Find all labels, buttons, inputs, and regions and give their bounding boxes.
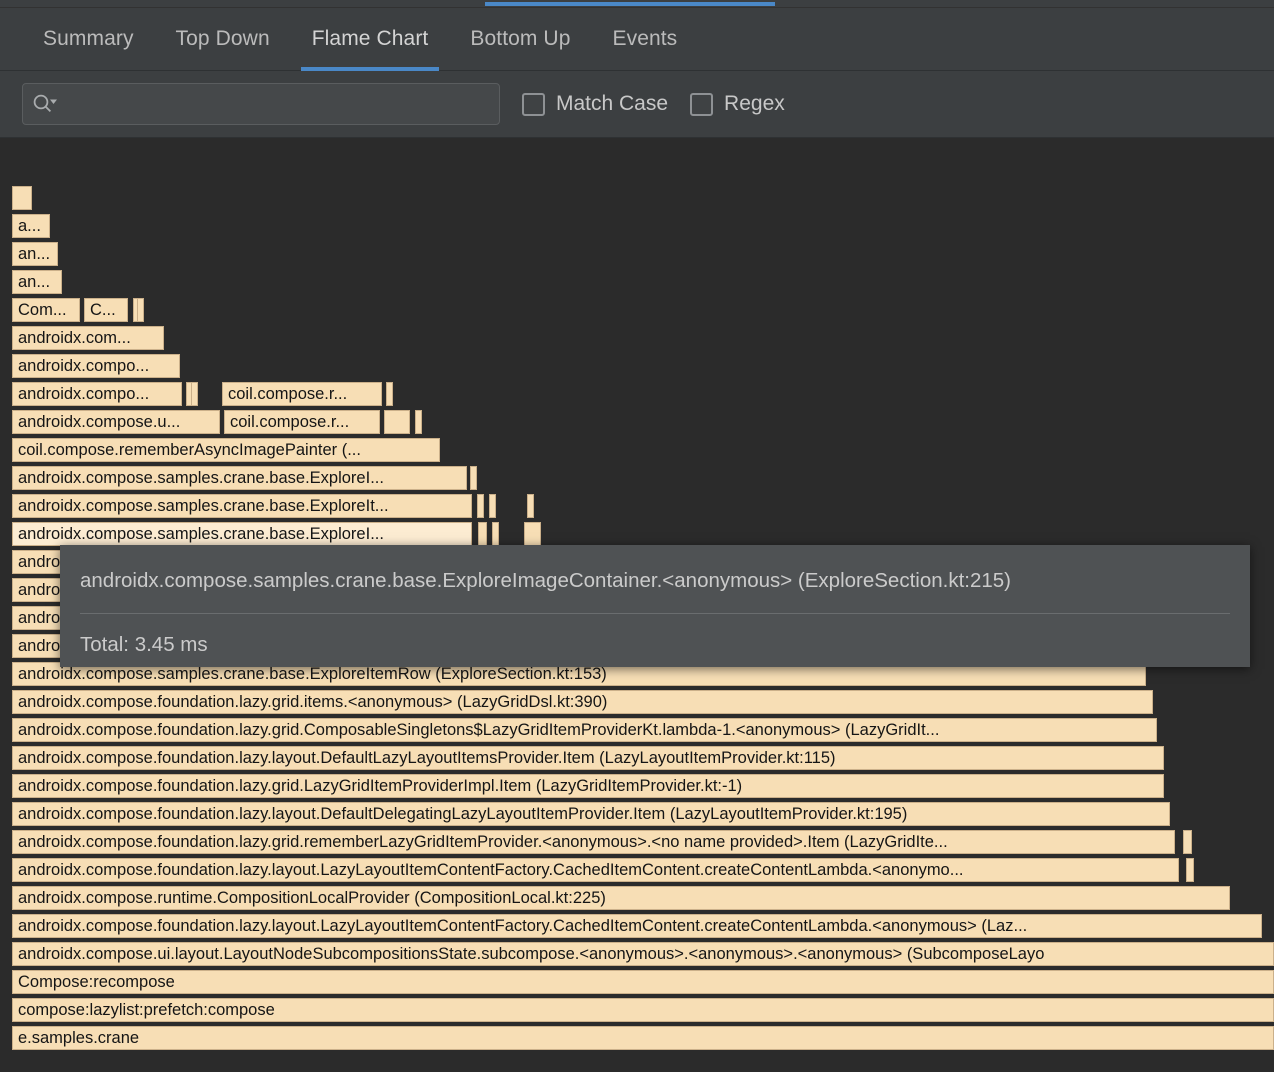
flame-row: coil.compose.rememberAsyncImagePainter (… bbox=[0, 438, 1274, 462]
flame-bar[interactable]: androidx.compose.samples.crane.base.Expl… bbox=[12, 522, 472, 546]
flame-bar[interactable] bbox=[1186, 858, 1194, 882]
tooltip-title: androidx.compose.samples.crane.base.Expl… bbox=[80, 569, 1230, 593]
flame-row: compose:lazylist:prefetch:compose bbox=[0, 998, 1274, 1022]
flame-row bbox=[0, 186, 1274, 210]
tab-bottom-up[interactable]: Bottom Up bbox=[449, 8, 591, 71]
flame-row: androidx.compose.foundation.lazy.layout.… bbox=[0, 858, 1274, 882]
flame-row: androidx.compose.foundation.lazy.layout.… bbox=[0, 746, 1274, 770]
match-case-checkbox-box[interactable] bbox=[522, 93, 545, 116]
search-box[interactable] bbox=[22, 83, 500, 125]
tooltip-divider bbox=[80, 613, 1230, 614]
flame-row: androidx.compose.samples.crane.base.Expl… bbox=[0, 494, 1274, 518]
tab-flame-chart[interactable]: Flame Chart bbox=[291, 8, 450, 71]
match-case-label: Match Case bbox=[556, 92, 668, 116]
flame-bar[interactable]: androidx.com... bbox=[12, 326, 164, 350]
search-icon[interactable] bbox=[31, 93, 61, 115]
flame-bar[interactable] bbox=[477, 494, 484, 518]
frame-tooltip: androidx.compose.samples.crane.base.Expl… bbox=[60, 545, 1250, 667]
regex-checkbox[interactable]: Regex bbox=[690, 92, 785, 116]
flame-bar[interactable]: androidx.compose.samples.crane.base.Expl… bbox=[12, 494, 472, 518]
flame-bar[interactable]: androidx.compo... bbox=[12, 354, 180, 378]
flame-bar[interactable]: androidx.compose.foundation.lazy.layout.… bbox=[12, 802, 1170, 826]
flame-row: androidx.compose.samples.crane.base.Expl… bbox=[0, 466, 1274, 490]
search-input[interactable] bbox=[61, 94, 491, 114]
flame-row: Compose:recompose bbox=[0, 970, 1274, 994]
tab-events[interactable]: Events bbox=[591, 8, 698, 71]
flame-bar[interactable] bbox=[527, 494, 534, 518]
flame-bar[interactable]: e.samples.crane bbox=[12, 1026, 1274, 1050]
flame-bar[interactable]: an... bbox=[12, 270, 62, 294]
flame-row: a... bbox=[0, 214, 1274, 238]
flame-bar[interactable] bbox=[12, 186, 32, 210]
flame-bar[interactable]: Com... bbox=[12, 298, 80, 322]
flame-bar[interactable] bbox=[191, 382, 198, 406]
flame-bar[interactable]: a... bbox=[12, 214, 50, 238]
top-strip-accent-underline bbox=[485, 2, 775, 6]
flame-bar[interactable]: coil.compose.r... bbox=[222, 382, 382, 406]
flame-bar[interactable] bbox=[386, 382, 393, 406]
flame-bar[interactable] bbox=[1183, 830, 1192, 854]
flame-row: androidx.compo... coil.compose.r... bbox=[0, 382, 1274, 406]
flame-bar[interactable]: androidx.compose.foundation.lazy.layout.… bbox=[12, 858, 1179, 882]
regex-label: Regex bbox=[724, 92, 785, 116]
flame-bar[interactable]: Compose:recompose bbox=[12, 970, 1274, 994]
flame-bar[interactable] bbox=[492, 522, 499, 546]
flame-row: androidx.compose.runtime.CompositionLoca… bbox=[0, 886, 1274, 910]
flame-bar[interactable] bbox=[478, 522, 487, 546]
flame-bar[interactable] bbox=[489, 494, 496, 518]
flame-row: androidx.compose.ui.layout.LayoutNodeSub… bbox=[0, 942, 1274, 966]
tab-top-down[interactable]: Top Down bbox=[155, 8, 291, 71]
flame-row: androidx.compose.samples.crane.base.Expl… bbox=[0, 522, 1274, 546]
flame-row: androidx.compose.foundation.lazy.grid.it… bbox=[0, 690, 1274, 714]
flame-bar[interactable]: an... bbox=[12, 242, 58, 266]
flame-bar[interactable]: androidx.compo... bbox=[12, 382, 182, 406]
flame-bar[interactable]: androidx.compose.samples.crane.base.Expl… bbox=[12, 466, 467, 490]
flame-bar[interactable]: coil.compose.r... bbox=[224, 410, 380, 434]
flame-bar[interactable] bbox=[470, 466, 477, 490]
flame-row: androidx.compose.foundation.lazy.grid.re… bbox=[0, 830, 1274, 854]
flame-bar[interactable]: androidx.compose.foundation.lazy.layout.… bbox=[12, 914, 1262, 938]
flame-bar[interactable]: androidx.compose.u... bbox=[12, 410, 220, 434]
flame-bar[interactable]: androidx.compose.ui.layout.LayoutNodeSub… bbox=[12, 942, 1274, 966]
flame-bar[interactable]: coil.compose.rememberAsyncImagePainter (… bbox=[12, 438, 440, 462]
flame-bar[interactable]: androidx.compose.foundation.lazy.layout.… bbox=[12, 746, 1164, 770]
flame-row: androidx.compose.foundation.lazy.grid.Co… bbox=[0, 718, 1274, 742]
filter-bar: Match Case Regex bbox=[0, 71, 1274, 138]
flame-bar[interactable]: compose:lazylist:prefetch:compose bbox=[12, 998, 1274, 1022]
flame-bar[interactable] bbox=[137, 298, 144, 322]
flame-bar[interactable] bbox=[524, 522, 541, 546]
flame-bar[interactable]: androidx.compose.foundation.lazy.grid.La… bbox=[12, 774, 1164, 798]
flame-bar[interactable] bbox=[415, 410, 422, 434]
flame-bar[interactable]: androidx.compose.foundation.lazy.grid.re… bbox=[12, 830, 1175, 854]
flame-row: androidx.com... bbox=[0, 326, 1274, 350]
flame-bar[interactable] bbox=[384, 410, 410, 434]
flame-bar[interactable]: androidx.compose.runtime.CompositionLoca… bbox=[12, 886, 1230, 910]
flame-row: androidx.compose.u...coil.compose.r... bbox=[0, 410, 1274, 434]
flame-row: androidx.compose.foundation.lazy.layout.… bbox=[0, 802, 1274, 826]
flame-row: an... bbox=[0, 270, 1274, 294]
flame-row: Com...C... bbox=[0, 298, 1274, 322]
regex-checkbox-box[interactable] bbox=[690, 93, 713, 116]
flame-row: androidx.compose.foundation.lazy.grid.La… bbox=[0, 774, 1274, 798]
flame-row: e.samples.crane bbox=[0, 1026, 1274, 1050]
profiler-flame-chart-panel: SummaryTop DownFlame ChartBottom UpEvent… bbox=[0, 0, 1274, 1072]
flame-row: an... bbox=[0, 242, 1274, 266]
flame-bar[interactable]: androidx.compose.foundation.lazy.grid.it… bbox=[12, 690, 1153, 714]
flame-row: androidx.compo... bbox=[0, 354, 1274, 378]
flame-bar[interactable]: C... bbox=[84, 298, 128, 322]
match-case-checkbox[interactable]: Match Case bbox=[522, 92, 668, 116]
tooltip-total: Total: 3.45 ms bbox=[80, 633, 1230, 657]
tab-bar: SummaryTop DownFlame ChartBottom UpEvent… bbox=[0, 8, 1274, 71]
tab-summary[interactable]: Summary bbox=[22, 8, 155, 71]
flame-bar[interactable]: androidx.compose.foundation.lazy.grid.Co… bbox=[12, 718, 1157, 742]
flame-row: androidx.compose.foundation.lazy.layout.… bbox=[0, 914, 1274, 938]
